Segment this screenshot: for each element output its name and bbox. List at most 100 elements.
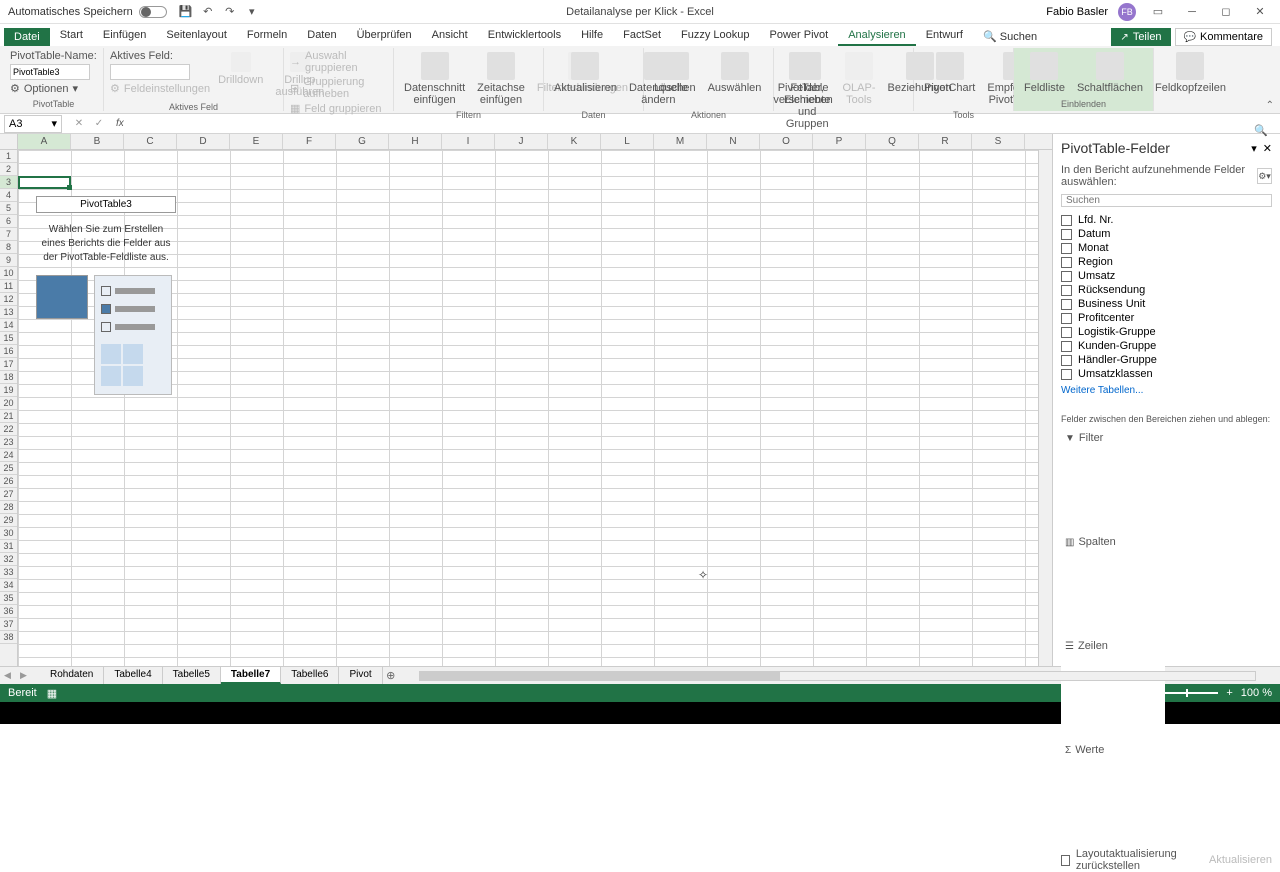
field-item[interactable]: Kunden-Gruppe — [1061, 339, 1272, 353]
field-item[interactable]: Profitcenter — [1061, 311, 1272, 325]
selected-cell[interactable] — [18, 176, 71, 189]
pt-name-input[interactable] — [10, 64, 90, 80]
undo-icon[interactable]: ↶ — [201, 5, 215, 19]
tab-überprüfen[interactable]: Überprüfen — [347, 26, 422, 46]
field-item[interactable]: Händler-Gruppe — [1061, 353, 1272, 367]
row-header[interactable]: 10 — [0, 267, 17, 280]
row-header[interactable]: 28 — [0, 501, 17, 514]
row-header[interactable]: 20 — [0, 397, 17, 410]
row-header[interactable]: 21 — [0, 410, 17, 423]
comments-button[interactable]: 💬 Kommentare — [1175, 28, 1272, 46]
active-field-input[interactable] — [110, 64, 190, 80]
maximize-icon[interactable]: ◻ — [1214, 2, 1238, 22]
col-header[interactable]: E — [230, 134, 283, 149]
values-area[interactable]: Σ Werte — [1061, 742, 1165, 842]
share-button[interactable]: ↗ Teilen — [1111, 28, 1170, 46]
view-layout-icon[interactable] — [1096, 687, 1112, 699]
tab-fuzzy lookup[interactable]: Fuzzy Lookup — [671, 26, 759, 46]
tab-hilfe[interactable]: Hilfe — [571, 26, 613, 46]
field-item[interactable]: Rücksendung — [1061, 283, 1272, 297]
macro-record-icon[interactable]: ▦ — [47, 687, 57, 700]
fieldpane-dropdown-icon[interactable]: ▾ — [1251, 142, 1257, 155]
row-header[interactable]: 38 — [0, 631, 17, 644]
col-header[interactable]: I — [442, 134, 495, 149]
field-item[interactable]: Logistik-Gruppe — [1061, 325, 1272, 339]
tab-search[interactable]: 🔍 Suchen — [973, 27, 1047, 46]
row-header[interactable]: 13 — [0, 306, 17, 319]
vertical-scrollbar[interactable] — [1038, 150, 1052, 666]
fieldpane-close-icon[interactable]: ✕ — [1263, 142, 1272, 155]
col-header[interactable]: F — [283, 134, 336, 149]
col-header[interactable]: L — [601, 134, 654, 149]
row-header[interactable]: 35 — [0, 592, 17, 605]
sheet-tab[interactable]: Tabelle4 — [104, 667, 162, 684]
grid-cells[interactable]: PivotTable3 Wählen Sie zum Erstellen ein… — [18, 150, 1038, 666]
row-header[interactable]: 17 — [0, 358, 17, 371]
row-header[interactable]: 12 — [0, 293, 17, 306]
row-header[interactable]: 36 — [0, 605, 17, 618]
tab-daten[interactable]: Daten — [297, 26, 346, 46]
row-header[interactable]: 16 — [0, 345, 17, 358]
col-header[interactable]: H — [389, 134, 442, 149]
filter-area[interactable]: ▼ Filter — [1061, 430, 1165, 530]
row-header[interactable]: 15 — [0, 332, 17, 345]
timeline-button[interactable]: Zeitachse einfügen — [473, 50, 529, 108]
row-header[interactable]: 2 — [0, 163, 17, 176]
row-header[interactable]: 23 — [0, 436, 17, 449]
zoom-slider[interactable] — [1158, 692, 1218, 694]
horizontal-scrollbar[interactable] — [419, 671, 1256, 681]
field-item[interactable]: Business Unit — [1061, 297, 1272, 311]
tab-ansicht[interactable]: Ansicht — [422, 26, 478, 46]
row-header[interactable]: 25 — [0, 462, 17, 475]
sheet-prev-icon[interactable]: ◀ — [4, 670, 16, 682]
search-icon[interactable]: 🔍 — [1254, 124, 1268, 137]
view-normal-icon[interactable] — [1072, 687, 1088, 699]
col-header[interactable]: J — [495, 134, 548, 149]
fieldpane-gear-icon[interactable]: ⚙▾ — [1257, 168, 1272, 184]
tab-seitenlayout[interactable]: Seitenlayout — [156, 26, 237, 46]
collapse-ribbon-icon[interactable]: ⌃ — [1266, 100, 1274, 111]
col-header[interactable]: D — [177, 134, 230, 149]
row-header[interactable]: 31 — [0, 540, 17, 553]
row-header[interactable]: 8 — [0, 241, 17, 254]
tab-entwurf[interactable]: Entwurf — [916, 26, 973, 46]
row-header[interactable]: 37 — [0, 618, 17, 631]
row-header[interactable]: 27 — [0, 488, 17, 501]
row-header[interactable]: 6 — [0, 215, 17, 228]
buttons-button[interactable]: Schaltflächen — [1073, 50, 1147, 96]
qat-more-icon[interactable]: ▾ — [245, 5, 259, 19]
save-icon[interactable]: 💾 — [179, 5, 193, 19]
row-header[interactable]: 4 — [0, 189, 17, 202]
col-header[interactable]: G — [336, 134, 389, 149]
clear-button[interactable]: Löschen — [650, 50, 700, 96]
col-header[interactable]: K — [548, 134, 601, 149]
fields-items-button[interactable]: Felder, Elemente und Gruppen — [780, 50, 834, 132]
select-all-corner[interactable] — [0, 134, 18, 149]
tab-power pivot[interactable]: Power Pivot — [760, 26, 839, 46]
row-header[interactable]: 22 — [0, 423, 17, 436]
field-item[interactable]: Datum — [1061, 227, 1272, 241]
field-item[interactable]: Monat — [1061, 241, 1272, 255]
row-header[interactable]: 34 — [0, 579, 17, 592]
fieldlist-button[interactable]: Feldliste — [1020, 50, 1069, 96]
row-header[interactable]: 32 — [0, 553, 17, 566]
sheet-next-icon[interactable]: ▶ — [20, 670, 32, 682]
col-header[interactable]: Q — [866, 134, 919, 149]
field-item[interactable]: Umsatzklassen — [1061, 367, 1272, 381]
tab-einfügen[interactable]: Einfügen — [93, 26, 156, 46]
zoom-in-icon[interactable]: + — [1226, 687, 1232, 699]
row-header[interactable]: 18 — [0, 371, 17, 384]
row-header[interactable]: 3 — [0, 176, 17, 189]
pivotchart-button[interactable]: PivotChart — [920, 50, 979, 96]
row-header[interactable]: 9 — [0, 254, 17, 267]
row-header[interactable]: 1 — [0, 150, 17, 163]
slicer-button[interactable]: Datenschnitt einfügen — [400, 50, 469, 108]
sheet-tab[interactable]: Pivot — [339, 667, 382, 684]
row-header[interactable]: 30 — [0, 527, 17, 540]
sheet-tab[interactable]: Tabelle7 — [221, 667, 281, 684]
headers-button[interactable]: Feldkopfzeilen — [1151, 50, 1230, 96]
col-header[interactable]: B — [71, 134, 124, 149]
select-button[interactable]: Auswählen — [704, 50, 766, 96]
col-header[interactable]: M — [654, 134, 707, 149]
fx-icon[interactable]: fx — [116, 118, 124, 129]
